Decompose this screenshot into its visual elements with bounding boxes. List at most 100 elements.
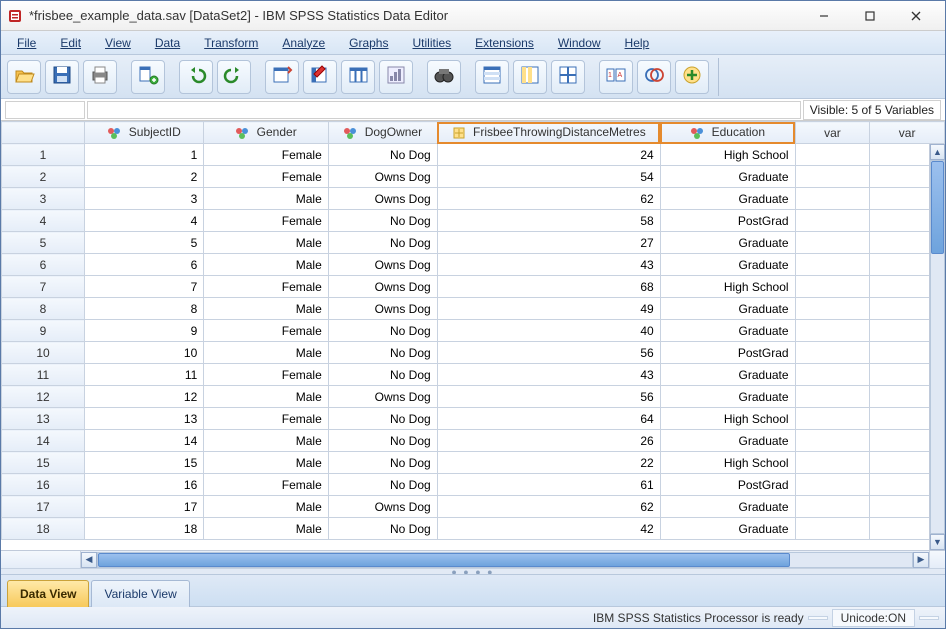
- cell[interactable]: Graduate: [660, 320, 795, 342]
- cell[interactable]: Graduate: [660, 430, 795, 452]
- cell[interactable]: [795, 320, 870, 342]
- cell[interactable]: Owns Dog: [328, 298, 437, 320]
- find-button[interactable]: [427, 60, 461, 94]
- cell[interactable]: Male: [204, 430, 328, 452]
- cell[interactable]: [795, 364, 870, 386]
- column-header-dogowner[interactable]: DogOwner: [328, 122, 437, 144]
- cell[interactable]: 43: [437, 254, 660, 276]
- variables-button[interactable]: [341, 60, 375, 94]
- cell[interactable]: Owns Dog: [328, 496, 437, 518]
- column-header-gender[interactable]: Gender: [204, 122, 328, 144]
- close-button[interactable]: [893, 2, 939, 30]
- cell[interactable]: No Dog: [328, 452, 437, 474]
- cell[interactable]: 14: [84, 430, 203, 452]
- cell[interactable]: 68: [437, 276, 660, 298]
- cell[interactable]: PostGrad: [660, 342, 795, 364]
- cell[interactable]: 62: [437, 496, 660, 518]
- cell[interactable]: Owns Dog: [328, 386, 437, 408]
- scroll-down-arrow-icon[interactable]: ▼: [930, 534, 945, 550]
- row-header[interactable]: 2: [2, 166, 85, 188]
- cell[interactable]: 4: [84, 210, 203, 232]
- menu-utilities[interactable]: Utilities: [400, 34, 463, 52]
- cell[interactable]: Owns Dog: [328, 188, 437, 210]
- cell[interactable]: Male: [204, 386, 328, 408]
- cell[interactable]: Owns Dog: [328, 276, 437, 298]
- cell[interactable]: No Dog: [328, 430, 437, 452]
- cell[interactable]: 49: [437, 298, 660, 320]
- menu-extensions[interactable]: Extensions: [463, 34, 546, 52]
- cell[interactable]: [795, 254, 870, 276]
- cell[interactable]: No Dog: [328, 408, 437, 430]
- cell[interactable]: Graduate: [660, 188, 795, 210]
- cell[interactable]: [795, 276, 870, 298]
- cell[interactable]: 12: [84, 386, 203, 408]
- cell[interactable]: Female: [204, 166, 328, 188]
- cell[interactable]: [795, 342, 870, 364]
- menu-analyze[interactable]: Analyze: [270, 34, 337, 52]
- cell[interactable]: 16: [84, 474, 203, 496]
- cell[interactable]: 58: [437, 210, 660, 232]
- menu-data[interactable]: Data: [143, 34, 192, 52]
- row-header[interactable]: 18: [2, 518, 85, 540]
- cell[interactable]: Graduate: [660, 254, 795, 276]
- scroll-up-arrow-icon[interactable]: ▲: [930, 144, 945, 160]
- cell[interactable]: Male: [204, 518, 328, 540]
- run-descriptives-button[interactable]: [379, 60, 413, 94]
- row-header[interactable]: 1: [2, 144, 85, 166]
- row-header[interactable]: 12: [2, 386, 85, 408]
- corner-cell[interactable]: [2, 122, 85, 144]
- cell[interactable]: PostGrad: [660, 210, 795, 232]
- scroll-thumb[interactable]: [98, 553, 790, 567]
- row-header[interactable]: 5: [2, 232, 85, 254]
- cell[interactable]: 22: [437, 452, 660, 474]
- row-header[interactable]: 17: [2, 496, 85, 518]
- menu-view[interactable]: View: [93, 34, 143, 52]
- cell[interactable]: Female: [204, 144, 328, 166]
- row-header[interactable]: 3: [2, 188, 85, 210]
- cell[interactable]: 2: [84, 166, 203, 188]
- row-header[interactable]: 4: [2, 210, 85, 232]
- cell[interactable]: Graduate: [660, 166, 795, 188]
- cell[interactable]: 10: [84, 342, 203, 364]
- cell[interactable]: Male: [204, 232, 328, 254]
- insert-variable-button[interactable]: [513, 60, 547, 94]
- row-header[interactable]: 11: [2, 364, 85, 386]
- column-header-subjectid[interactable]: SubjectID: [84, 122, 203, 144]
- row-header[interactable]: 7: [2, 276, 85, 298]
- cell[interactable]: 3: [84, 188, 203, 210]
- scroll-track[interactable]: [97, 552, 913, 568]
- menu-edit[interactable]: Edit: [48, 34, 93, 52]
- cell[interactable]: No Dog: [328, 232, 437, 254]
- cell[interactable]: High School: [660, 276, 795, 298]
- cell[interactable]: 15: [84, 452, 203, 474]
- scroll-track[interactable]: [930, 160, 945, 534]
- cell[interactable]: 5: [84, 232, 203, 254]
- tab-variable-view[interactable]: Variable View: [91, 580, 189, 607]
- horizontal-scrollbar[interactable]: ◀ ▶: [1, 550, 945, 568]
- open-file-button[interactable]: [7, 60, 41, 94]
- cell[interactable]: High School: [660, 144, 795, 166]
- cell[interactable]: 9: [84, 320, 203, 342]
- cell[interactable]: 56: [437, 386, 660, 408]
- cell[interactable]: No Dog: [328, 474, 437, 496]
- cell[interactable]: High School: [660, 452, 795, 474]
- scroll-left-arrow-icon[interactable]: ◀: [81, 552, 97, 568]
- menu-help[interactable]: Help: [613, 34, 662, 52]
- cell[interactable]: [795, 144, 870, 166]
- cell[interactable]: No Dog: [328, 342, 437, 364]
- cell[interactable]: [795, 386, 870, 408]
- row-header[interactable]: 15: [2, 452, 85, 474]
- cell[interactable]: No Dog: [328, 144, 437, 166]
- row-header[interactable]: 10: [2, 342, 85, 364]
- minimize-button[interactable]: [801, 2, 847, 30]
- cell[interactable]: Male: [204, 452, 328, 474]
- cell[interactable]: No Dog: [328, 320, 437, 342]
- cell[interactable]: 64: [437, 408, 660, 430]
- menu-graphs[interactable]: Graphs: [337, 34, 400, 52]
- cell[interactable]: No Dog: [328, 210, 437, 232]
- cell[interactable]: Male: [204, 298, 328, 320]
- cell[interactable]: 6: [84, 254, 203, 276]
- cell[interactable]: 54: [437, 166, 660, 188]
- cell[interactable]: 43: [437, 364, 660, 386]
- cell[interactable]: Graduate: [660, 298, 795, 320]
